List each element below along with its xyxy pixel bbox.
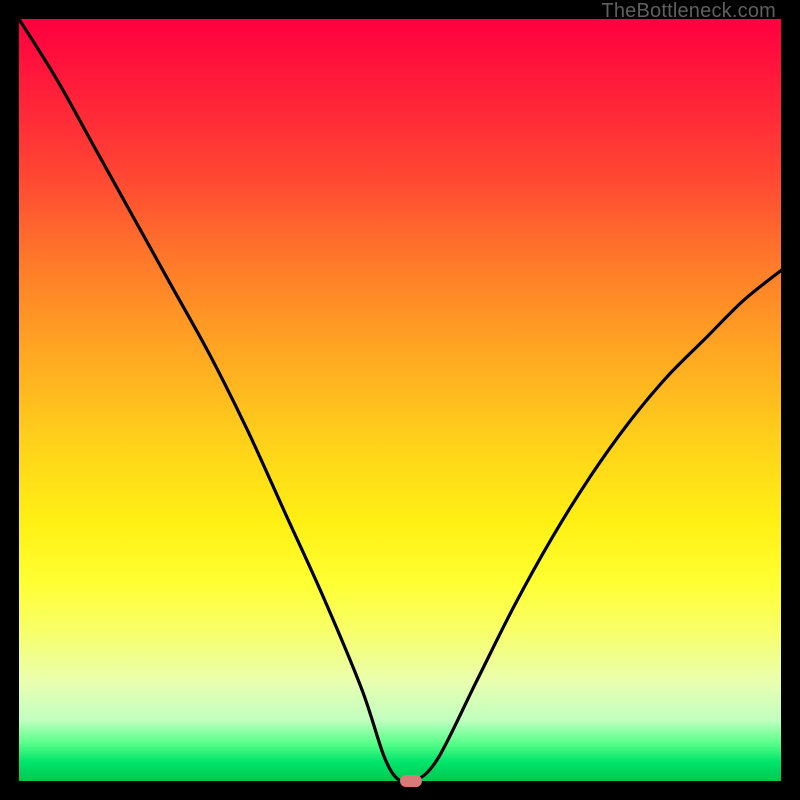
watermark-text: TheBottleneck.com [601,0,776,23]
plot-gradient-background [19,19,781,781]
optimal-point-marker [400,775,422,787]
chart-frame: TheBottleneck.com [0,0,800,800]
